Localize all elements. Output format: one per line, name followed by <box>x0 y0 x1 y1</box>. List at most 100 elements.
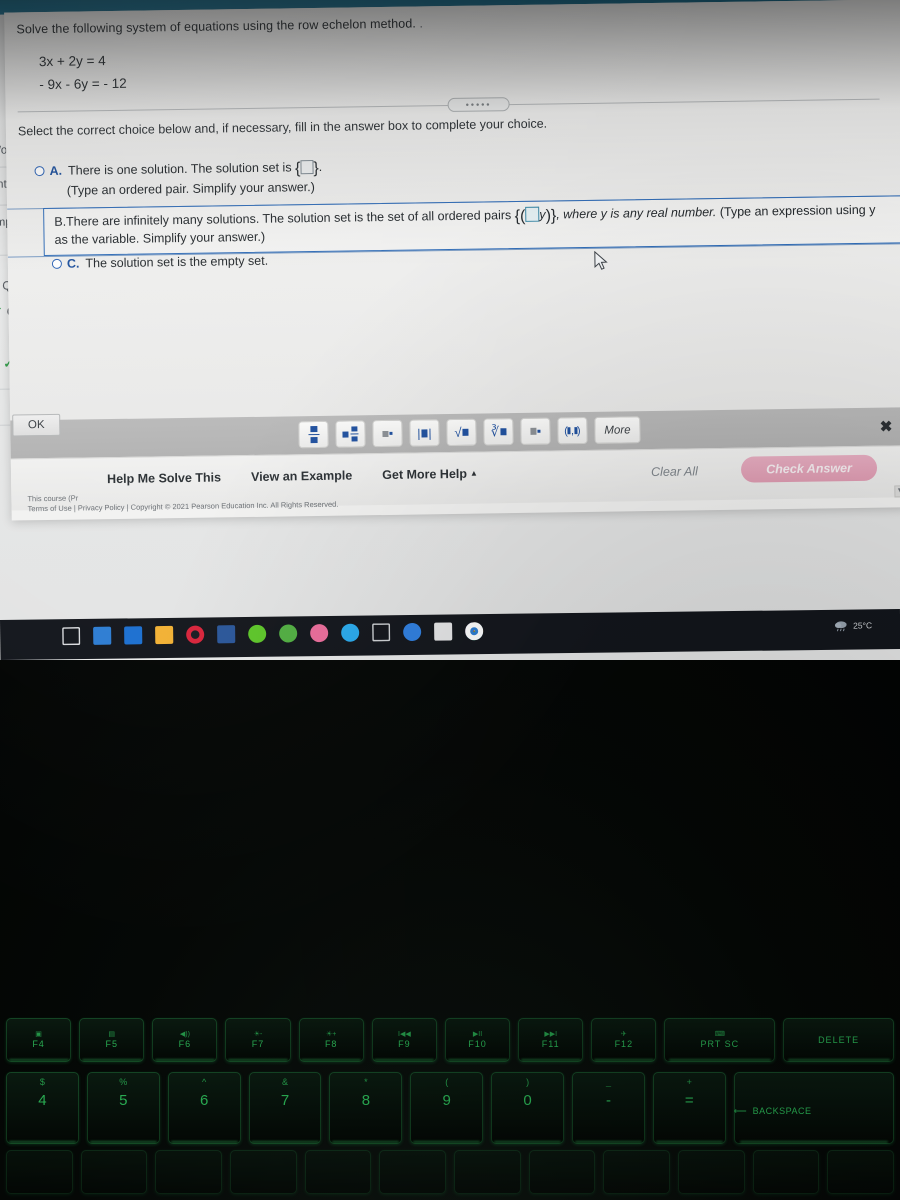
key-secondary-label: % <box>119 1077 128 1087</box>
key-blank[interactable] <box>603 1150 671 1194</box>
help-me-solve-this-button[interactable]: Help Me Solve This <box>107 470 221 486</box>
notepad-icon[interactable] <box>434 622 453 641</box>
epic-games-icon[interactable] <box>372 623 390 641</box>
key-8[interactable]: * 8 <box>329 1072 403 1144</box>
key-f6[interactable]: ◀)) F6 <box>152 1018 218 1062</box>
chrome-icon[interactable] <box>465 622 484 641</box>
key-=[interactable]: + = <box>652 1072 726 1144</box>
key-blank[interactable] <box>528 1150 596 1194</box>
key-secondary-label: ⌨ <box>714 1031 725 1038</box>
mouse-cursor <box>594 250 608 270</box>
key-secondary-label: ▶II <box>472 1031 483 1038</box>
radio-a[interactable] <box>34 166 45 177</box>
key-blank[interactable] <box>155 1150 223 1194</box>
key--[interactable]: _ - <box>572 1072 645 1144</box>
file-explorer-icon[interactable] <box>155 625 174 645</box>
choice-a[interactable]: A. There is one solution. The solution se… <box>34 160 322 198</box>
letter-key-row <box>0 1150 900 1200</box>
square-root-icon-button[interactable]: √ <box>446 418 477 447</box>
key-label: F11 <box>541 1039 560 1049</box>
key-backspace[interactable]: ⟵ BACKSPACE <box>733 1072 895 1144</box>
choice-b-highlight[interactable]: B.There are infinitely many solutions. T… <box>43 195 900 257</box>
key-prt-sc[interactable]: ⌨ PRT SC <box>664 1018 776 1062</box>
choice-b[interactable]: B.There are infinitely many solutions. T… <box>54 202 884 247</box>
opera-icon[interactable] <box>186 625 205 644</box>
check-icon: ✓ <box>0 304 3 319</box>
microsoft-store-icon[interactable] <box>93 626 112 645</box>
key-0[interactable]: ) 0 <box>491 1072 565 1144</box>
key-f5[interactable]: ▤ F5 <box>79 1018 145 1062</box>
key-f4[interactable]: ▣ F4 <box>6 1018 72 1062</box>
key-f9[interactable]: I◀◀ F9 <box>371 1018 437 1062</box>
close-icon[interactable]: ✖ <box>880 417 893 435</box>
radio-c[interactable] <box>51 258 62 269</box>
exponent-icon-button[interactable] <box>372 419 403 448</box>
choice-instruction: Select the correct choice below and, if … <box>17 116 548 139</box>
key-f12[interactable]: ✈ F12 <box>591 1018 657 1062</box>
taskbar-weather-widget[interactable]: 25°C <box>834 619 873 632</box>
ok-button[interactable]: OK <box>12 413 61 437</box>
key-4[interactable]: $4 <box>6 1072 79 1144</box>
key-secondary-label: ▶▶I <box>544 1031 558 1038</box>
get-more-help-label: Get More Help <box>382 466 468 483</box>
task-view-icon[interactable] <box>62 627 80 645</box>
subscript-icon-button[interactable] <box>520 417 551 445</box>
prompt-text: Solve the following system of equations … <box>16 16 417 37</box>
key-f11[interactable]: ▶▶I F11 <box>518 1018 584 1062</box>
key-blank[interactable] <box>454 1150 521 1194</box>
rain-cloud-icon <box>834 621 847 632</box>
key-label: F8 <box>324 1039 338 1049</box>
view-an-example-button[interactable]: View an Example <box>251 468 352 484</box>
divider-handle[interactable]: ••••• <box>447 97 510 113</box>
key-label: 4 <box>38 1092 47 1109</box>
section-divider: ••••• <box>17 92 880 119</box>
choice-c-letter: C. <box>66 256 80 271</box>
key-blank[interactable] <box>379 1150 447 1194</box>
key-blank[interactable] <box>304 1150 372 1194</box>
key-delete[interactable]: DELETE <box>783 1018 894 1062</box>
key-f10[interactable]: ▶II F10 <box>444 1018 511 1062</box>
more-button[interactable]: More <box>594 416 641 444</box>
mixed-number-icon-button[interactable] <box>335 420 366 448</box>
key-blank[interactable] <box>230 1150 297 1194</box>
key-7[interactable]: & 7 <box>248 1072 322 1144</box>
key-secondary-label: ⟵ <box>733 1106 747 1116</box>
fraction-icon-button[interactable] <box>298 420 329 449</box>
itunes-icon[interactable] <box>310 623 329 643</box>
choice-b-letter: B. <box>54 214 67 229</box>
key-label: = <box>684 1092 694 1109</box>
exercise-modal: Solve the following system of equations … <box>4 0 900 521</box>
key-9[interactable]: (9 <box>410 1072 484 1144</box>
xbox-icon[interactable] <box>279 624 298 643</box>
get-more-help-button[interactable]: Get More Help ▲ <box>382 467 478 482</box>
mail-icon[interactable] <box>124 626 143 645</box>
key-5[interactable]: % 5 <box>86 1072 160 1144</box>
absolute-value-icon-button[interactable]: | | <box>409 419 440 447</box>
key-secondary-label: I◀◀ <box>398 1031 411 1038</box>
scrollbar-down-arrow[interactable]: ▼ <box>894 485 900 498</box>
ordered-pair-icon-button[interactable]: (,) <box>557 416 588 445</box>
nth-root-icon-button[interactable]: ∛ <box>483 418 514 446</box>
check-answer-button[interactable]: Check Answer <box>740 454 878 483</box>
choice-a-letter: A. <box>49 163 63 178</box>
spotify-icon[interactable] <box>248 624 267 643</box>
answer-box-a[interactable] <box>300 160 314 175</box>
media-player-icon[interactable] <box>403 622 422 642</box>
key-secondary-label: $ <box>39 1077 45 1087</box>
weather-temperature: 25°C <box>853 620 873 631</box>
key-6[interactable]: ^ 6 <box>167 1072 241 1144</box>
key-blank[interactable] <box>827 1150 895 1194</box>
key-f8[interactable]: ☀+ F8 <box>298 1018 364 1062</box>
answer-input-b[interactable] <box>525 206 540 222</box>
system-of-equations: 3x + 2y = 4 - 9x - 6y = - 12 <box>39 49 127 96</box>
choice-c[interactable]: C. The solution set is the empty set. <box>51 254 268 271</box>
key-blank[interactable] <box>80 1150 148 1194</box>
key-blank[interactable] <box>6 1150 73 1194</box>
telegram-icon[interactable] <box>341 623 360 642</box>
clear-all-button[interactable]: Clear All <box>651 464 698 479</box>
word-icon[interactable] <box>217 625 236 644</box>
key-f7[interactable]: ☀- F7 <box>225 1018 291 1062</box>
key-blank[interactable] <box>678 1150 745 1194</box>
key-secondary-label: ✈ <box>620 1031 627 1038</box>
key-blank[interactable] <box>752 1150 820 1194</box>
